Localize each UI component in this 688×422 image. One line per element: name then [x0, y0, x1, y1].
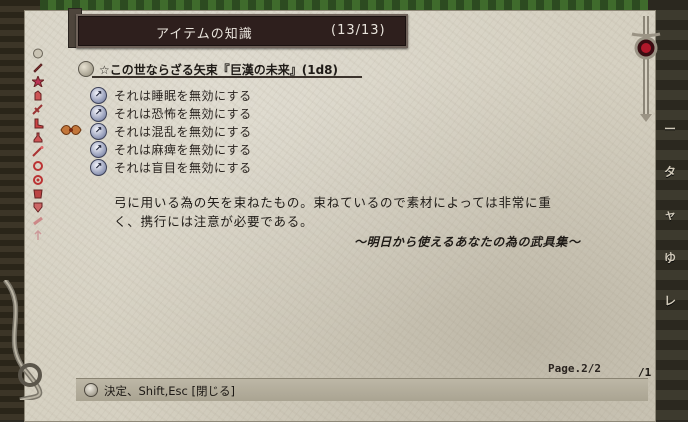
potion-icon[interactable] [32, 132, 44, 143]
side-tab[interactable]: ー [664, 120, 676, 137]
title-bar: アイテムの知識 (13/13) [76, 14, 408, 48]
enchantment-text: それは麻痺を無効にする [114, 142, 252, 157]
hint-bar: 決定、Shift,Esc [閉じる] [76, 378, 648, 401]
boot-icon[interactable] [32, 118, 44, 129]
weapon-icon[interactable] [32, 104, 44, 115]
enchantment-item[interactable]: ↗ それは麻痺を無効にする [90, 140, 252, 158]
hand-icon[interactable] [32, 90, 44, 101]
chain-ornament [3, 280, 43, 400]
description-line: 弓に用いる為の矢を束ねたもの。束ねているので素材によっては非常に重 [114, 195, 552, 210]
selection-cursor-icon [60, 125, 82, 135]
enchantment-item[interactable]: ↗ それは睡眠を無効にする [90, 86, 252, 104]
enchantment-item[interactable]: ↗ それは恐怖を無効にする [90, 104, 252, 122]
side-tab[interactable]: タ [664, 163, 676, 180]
scroll-icon[interactable] [32, 62, 44, 73]
info-icon [84, 383, 98, 397]
page-indicator: Page.2/2 [548, 362, 601, 375]
enchantment-item[interactable]: ↗ それは盲目を無効にする [90, 158, 252, 176]
shield-icon[interactable] [32, 202, 44, 213]
side-tab[interactable]: ゆ [664, 249, 676, 266]
category-icon-column [28, 48, 48, 308]
side-tab[interactable]: ャ [664, 206, 676, 223]
enchant-orb-icon: ↗ [90, 140, 107, 158]
enchantment-list: ↗ それは睡眠を無効にする ↗ それは恐怖を無効にする ↗ それは混乱を無効にす… [90, 86, 252, 176]
tab-icon-1[interactable] [32, 48, 44, 59]
flavor-source: ～明日から使えるあなたの為の武具集～ [354, 235, 581, 249]
window-title: アイテムの知識 [156, 27, 253, 42]
enchantment-text: それは睡眠を無効にする [114, 88, 252, 103]
enchantment-item[interactable]: ↗ それは混乱を無効にする [90, 122, 252, 140]
enchantment-text: それは盲目を無効にする [114, 160, 252, 175]
heading-underline [92, 76, 362, 78]
star-icon[interactable] [32, 76, 44, 87]
bullet-icon [78, 61, 94, 77]
description-line: く、携行には注意が必要である。 [114, 214, 314, 229]
dagger-ornament-icon [631, 16, 661, 122]
ring-icon[interactable] [32, 160, 44, 171]
hint-text: 決定、Shift,Esc [閉じる] [104, 384, 236, 398]
item-count: (13/13) [331, 23, 386, 38]
enchant-orb-icon: ↗ [90, 104, 107, 122]
enchantment-text: それは混乱を無効にする [114, 124, 252, 139]
side-tab[interactable]: レ [664, 292, 676, 309]
arrow-icon[interactable] [32, 230, 44, 241]
side-tab-column: ー タ ャ ゆ レ [652, 120, 688, 360]
wand-icon[interactable] [32, 146, 44, 157]
food-icon[interactable] [32, 216, 44, 227]
armor-icon[interactable] [32, 188, 44, 199]
amulet-icon[interactable] [32, 174, 44, 185]
enchant-orb-icon: ↗ [90, 158, 107, 176]
enchant-orb-icon: ↗ [90, 86, 107, 104]
enchantment-text: それは恐怖を無効にする [114, 106, 252, 121]
enchant-orb-icon: ↗ [90, 122, 107, 140]
item-description: 弓に用いる為の矢を束ねたもの。束ねているので素材によっては非常に重 く、携行には… [114, 193, 584, 231]
